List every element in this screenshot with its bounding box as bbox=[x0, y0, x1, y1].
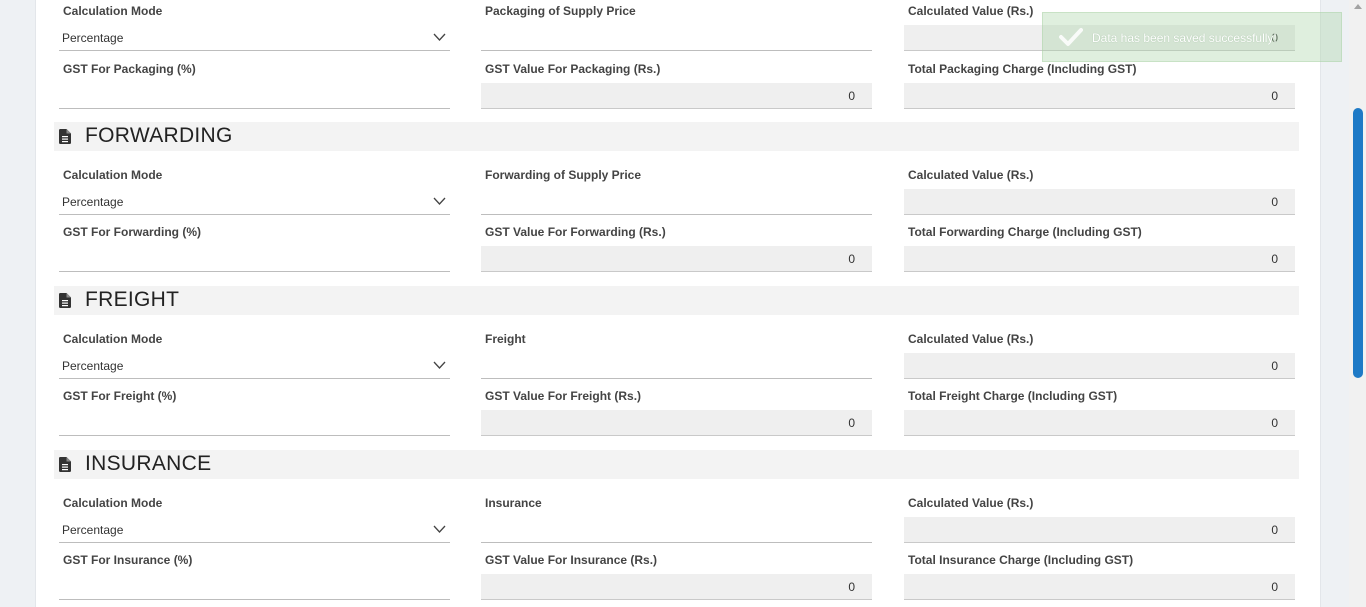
forwarding-section-header: FORWARDING bbox=[54, 122, 1299, 151]
freight-calculated-value-box: 0 bbox=[904, 353, 1295, 379]
chevron-down-icon bbox=[433, 361, 446, 369]
packaging-total-box: 0 bbox=[904, 83, 1295, 109]
insurance-gst-percent-input[interactable] bbox=[59, 574, 450, 600]
forwarding-gst-percent-input[interactable] bbox=[59, 246, 450, 272]
field-label: Total Packaging Charge (Including GST) bbox=[908, 62, 1137, 76]
chevron-down-icon bbox=[433, 33, 446, 41]
field-label: Total Forwarding Charge (Including GST) bbox=[908, 225, 1142, 239]
chevron-down-icon bbox=[433, 525, 446, 533]
toast-message: Data has been saved successfully! bbox=[1092, 31, 1277, 45]
field-label: GST For Freight (%) bbox=[63, 389, 177, 403]
field-label: GST Value For Freight (Rs.) bbox=[485, 389, 642, 403]
insurance-gst-value-box: 0 bbox=[481, 574, 872, 600]
select-value: Percentage bbox=[62, 359, 124, 373]
forwarding-calculated-value-box: 0 bbox=[904, 189, 1295, 215]
forwarding-calc-mode-select[interactable]: Percentage bbox=[59, 189, 450, 215]
field-value: 0 bbox=[848, 580, 855, 594]
packaging-gst-value-box: 0 bbox=[481, 83, 872, 109]
select-value: Percentage bbox=[62, 523, 124, 537]
field-label: Calculation Mode bbox=[63, 4, 163, 18]
document-icon bbox=[59, 457, 71, 472]
freight-total-box: 0 bbox=[904, 410, 1295, 436]
document-icon bbox=[59, 129, 71, 144]
freight-gst-value-box: 0 bbox=[481, 410, 872, 436]
field-label: GST For Insurance (%) bbox=[63, 553, 193, 567]
field-value: 0 bbox=[1271, 523, 1278, 537]
packaging-calc-mode-select[interactable]: Percentage bbox=[59, 25, 450, 51]
field-value: 0 bbox=[848, 416, 855, 430]
packaging-supply-price-input[interactable] bbox=[481, 25, 872, 51]
check-icon bbox=[1059, 28, 1083, 46]
field-label: Calculated Value (Rs.) bbox=[908, 4, 1034, 18]
field-label: GST For Packaging (%) bbox=[63, 62, 196, 76]
insurance-calc-mode-select[interactable]: Percentage bbox=[59, 517, 450, 543]
vertical-scrollbar[interactable] bbox=[1349, 0, 1366, 607]
field-label: Packaging of Supply Price bbox=[485, 4, 636, 18]
field-label: Insurance bbox=[485, 496, 542, 510]
scrollbar-thumb[interactable] bbox=[1353, 108, 1363, 378]
insurance-section-header: INSURANCE bbox=[54, 450, 1299, 479]
field-label: Calculated Value (Rs.) bbox=[908, 496, 1034, 510]
field-label: Total Insurance Charge (Including GST) bbox=[908, 553, 1134, 567]
freight-input[interactable] bbox=[481, 353, 872, 379]
scroll-up-icon[interactable] bbox=[1354, 4, 1362, 9]
field-value: 0 bbox=[1271, 359, 1278, 373]
section-title: INSURANCE bbox=[85, 452, 212, 475]
field-label: Total Freight Charge (Including GST) bbox=[908, 389, 1118, 403]
field-value: 0 bbox=[1271, 252, 1278, 266]
freight-gst-percent-input[interactable] bbox=[59, 410, 450, 436]
field-label: GST Value For Forwarding (Rs.) bbox=[485, 225, 666, 239]
chevron-down-icon bbox=[433, 197, 446, 205]
freight-section-header: FREIGHT bbox=[54, 286, 1299, 315]
freight-calc-mode-select[interactable]: Percentage bbox=[59, 353, 450, 379]
section-title: FREIGHT bbox=[85, 288, 180, 311]
field-label: GST For Forwarding (%) bbox=[63, 225, 201, 239]
forwarding-total-box: 0 bbox=[904, 246, 1295, 272]
insurance-calculated-value-box: 0 bbox=[904, 517, 1295, 543]
forwarding-supply-price-input[interactable] bbox=[481, 189, 872, 215]
insurance-total-box: 0 bbox=[904, 574, 1295, 600]
field-label: GST Value For Insurance (Rs.) bbox=[485, 553, 658, 567]
field-value: 0 bbox=[1271, 195, 1278, 209]
field-label: Calculation Mode bbox=[63, 496, 163, 510]
field-label: Calculation Mode bbox=[63, 168, 163, 182]
document-icon bbox=[59, 293, 71, 308]
select-value: Percentage bbox=[62, 31, 124, 45]
select-value: Percentage bbox=[62, 195, 124, 209]
section-title: FORWARDING bbox=[85, 124, 233, 147]
success-toast[interactable]: Data has been saved successfully! bbox=[1042, 12, 1342, 62]
packaging-gst-percent-input[interactable] bbox=[59, 83, 450, 109]
field-label: Forwarding of Supply Price bbox=[485, 168, 642, 182]
insurance-input[interactable] bbox=[481, 517, 872, 543]
field-label: Freight bbox=[485, 332, 526, 346]
field-label: Calculation Mode bbox=[63, 332, 163, 346]
field-label: Calculated Value (Rs.) bbox=[908, 332, 1034, 346]
field-value: 0 bbox=[848, 89, 855, 103]
field-label: GST Value For Packaging (Rs.) bbox=[485, 62, 661, 76]
field-label: Calculated Value (Rs.) bbox=[908, 168, 1034, 182]
field-value: 0 bbox=[1271, 416, 1278, 430]
field-value: 0 bbox=[1271, 89, 1278, 103]
field-value: 0 bbox=[848, 252, 855, 266]
field-value: 0 bbox=[1271, 580, 1278, 594]
forwarding-gst-value-box: 0 bbox=[481, 246, 872, 272]
